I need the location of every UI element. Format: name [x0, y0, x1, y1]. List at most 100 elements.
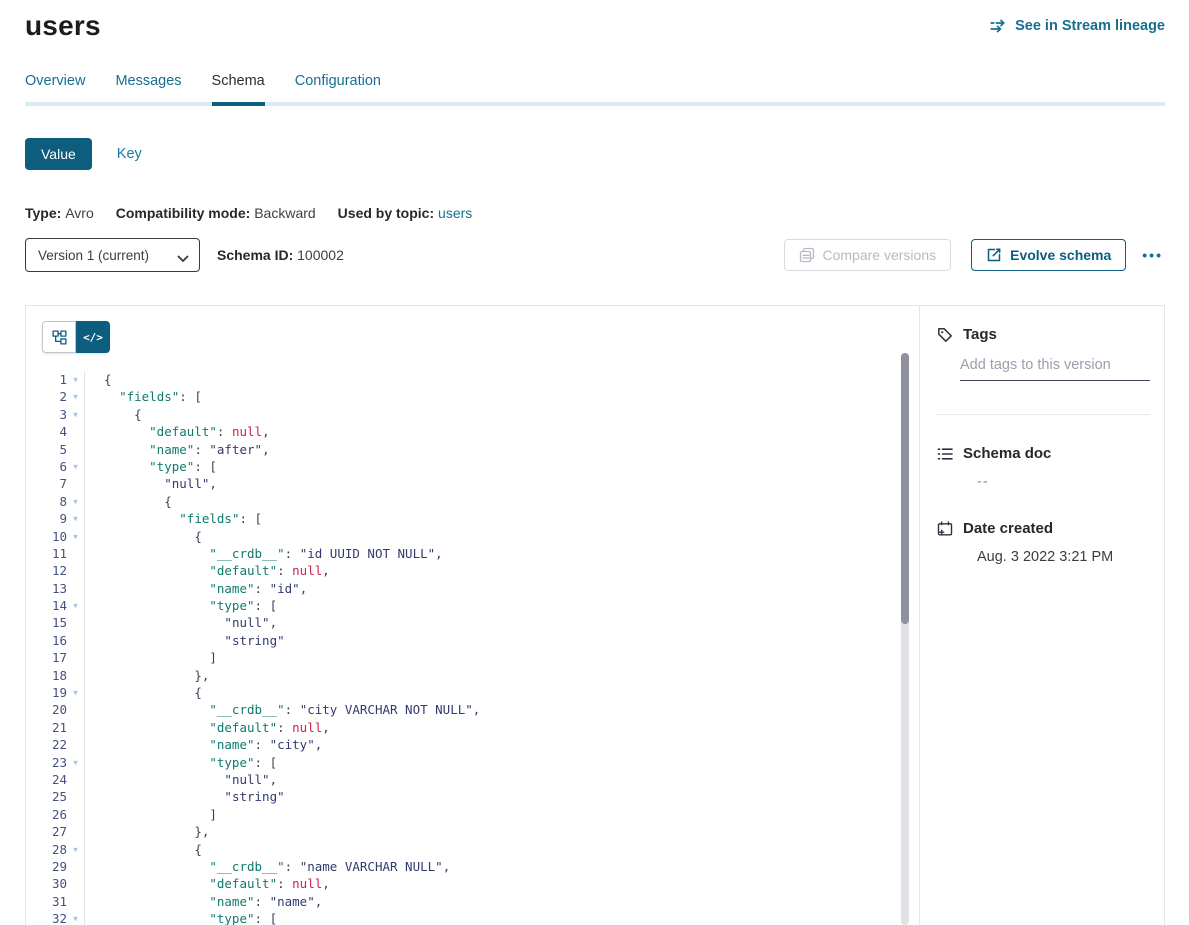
fold-toggle-icon[interactable]: ▼ — [67, 910, 84, 925]
schema-panel: </> 1▼{2▼ "fields": [3▼ {4 "default": nu… — [25, 305, 1165, 925]
value-toggle-button[interactable]: Value — [25, 138, 92, 170]
fold-toggle-icon[interactable]: ▼ — [67, 406, 84, 423]
line-number: 18 — [26, 667, 67, 684]
line-number: 31 — [26, 893, 67, 910]
sidebar-divider — [937, 414, 1150, 415]
fold-spacer — [67, 562, 84, 579]
code-line: 6▼ "type": [ — [26, 458, 919, 475]
code-line: 3▼ { — [26, 406, 919, 423]
calendar-plus-icon — [937, 521, 953, 537]
code-lines: 1▼{2▼ "fields": [3▼ {4 "default": null,5… — [26, 353, 919, 925]
date-created-section: Date created Aug. 3 2022 3:21 PM — [937, 520, 1164, 565]
tab-schema[interactable]: Schema — [212, 73, 265, 106]
line-number: 8 — [26, 493, 67, 510]
fold-spacer — [67, 788, 84, 805]
code-line: 16 "string" — [26, 632, 919, 649]
fold-toggle-icon[interactable]: ▼ — [67, 754, 84, 771]
line-number: 6 — [26, 458, 67, 475]
evolve-schema-button[interactable]: Evolve schema — [971, 239, 1126, 271]
line-number: 26 — [26, 806, 67, 823]
more-options-button[interactable]: ••• — [1140, 247, 1165, 263]
page-header: users See in Stream lineage — [25, 10, 1165, 42]
fold-toggle-icon[interactable]: ▼ — [67, 388, 84, 405]
fold-toggle-icon[interactable]: ▼ — [67, 458, 84, 475]
tab-list: Overview Messages Schema Configuration — [25, 73, 1165, 106]
evolve-schema-label: Evolve schema — [1010, 247, 1111, 263]
line-number: 17 — [26, 649, 67, 666]
fold-spacer — [67, 580, 84, 597]
line-number: 28 — [26, 841, 67, 858]
line-number: 2 — [26, 388, 67, 405]
version-select[interactable]: Version 1 (current) — [25, 238, 200, 272]
tags-section-header: Tags — [937, 326, 1164, 343]
fold-toggle-icon[interactable]: ▼ — [67, 510, 84, 527]
schema-id: Schema ID: 100002 — [217, 247, 344, 263]
code-line: 5 "name": "after", — [26, 441, 919, 458]
line-number: 12 — [26, 562, 67, 579]
line-number: 5 — [26, 441, 67, 458]
compare-versions-button[interactable]: Compare versions — [784, 239, 952, 271]
meta-row: Type: AvroCompatibility mode: BackwardUs… — [25, 205, 1165, 221]
key-toggle-button[interactable]: Key — [117, 146, 142, 162]
code-line: 11 "__crdb__": "id UUID NOT NULL", — [26, 545, 919, 562]
date-created-value: Aug. 3 2022 3:21 PM — [977, 549, 1164, 565]
fold-toggle-icon[interactable]: ▼ — [67, 841, 84, 858]
code-line: 7 "null", — [26, 475, 919, 492]
fold-spacer — [67, 667, 84, 684]
editor-scrollbar-track[interactable] — [901, 353, 909, 925]
line-number: 32 — [26, 910, 67, 925]
fold-spacer — [67, 614, 84, 631]
line-number: 10 — [26, 528, 67, 545]
fold-spacer — [67, 475, 84, 492]
line-number: 4 — [26, 423, 67, 440]
schema-id-label: Schema ID: — [217, 247, 293, 263]
line-number: 27 — [26, 823, 67, 840]
line-number: 30 — [26, 875, 67, 892]
line-number: 16 — [26, 632, 67, 649]
code-line: 27 }, — [26, 823, 919, 840]
line-number: 3 — [26, 406, 67, 423]
tab-configuration[interactable]: Configuration — [295, 73, 381, 102]
value-key-toggle: Value Key — [25, 138, 1165, 170]
line-number: 1 — [26, 371, 67, 388]
code-line: 26 ] — [26, 806, 919, 823]
tab-overview[interactable]: Overview — [25, 73, 85, 102]
schema-editor: </> 1▼{2▼ "fields": [3▼ {4 "default": nu… — [26, 306, 920, 925]
stream-lineage-label: See in Stream lineage — [1015, 18, 1165, 34]
topic-link[interactable]: users — [438, 205, 472, 221]
code-line: 31 "name": "name", — [26, 893, 919, 910]
tag-icon — [937, 327, 953, 343]
schema-doc-value: -- — [977, 474, 1164, 490]
code-view-button[interactable]: </> — [76, 321, 110, 353]
code-line: 19▼ { — [26, 684, 919, 701]
page-title: users — [25, 10, 101, 42]
editor-scrollbar-thumb[interactable] — [901, 353, 909, 624]
fold-toggle-icon[interactable]: ▼ — [67, 493, 84, 510]
line-number: 13 — [26, 580, 67, 597]
code-line: 9▼ "fields": [ — [26, 510, 919, 527]
fold-toggle-icon[interactable]: ▼ — [67, 597, 84, 614]
tree-view-button[interactable] — [42, 321, 76, 353]
fold-toggle-icon[interactable]: ▼ — [67, 371, 84, 388]
fold-spacer — [67, 823, 84, 840]
code-line: 8▼ { — [26, 493, 919, 510]
meta-item-2: Used by topic: users — [338, 205, 473, 221]
line-number: 22 — [26, 736, 67, 753]
tab-messages[interactable]: Messages — [115, 73, 181, 102]
fold-toggle-icon[interactable]: ▼ — [67, 528, 84, 545]
stream-lineage-link[interactable]: See in Stream lineage — [990, 18, 1165, 34]
fold-spacer — [67, 632, 84, 649]
compare-versions-icon — [799, 247, 815, 263]
add-tags-input[interactable] — [960, 357, 1150, 381]
fold-spacer — [67, 701, 84, 718]
line-number: 29 — [26, 858, 67, 875]
code-line: 2▼ "fields": [ — [26, 388, 919, 405]
code-line: 30 "default": null, — [26, 875, 919, 892]
fold-toggle-icon[interactable]: ▼ — [67, 684, 84, 701]
schema-doc-section: Schema doc -- — [937, 445, 1164, 490]
code-line: 17 ] — [26, 649, 919, 666]
code-line: 20 "__crdb__": "city VARCHAR NOT NULL", — [26, 701, 919, 718]
schema-doc-title: Schema doc — [963, 445, 1051, 462]
fold-spacer — [67, 441, 84, 458]
code-line: 15 "null", — [26, 614, 919, 631]
